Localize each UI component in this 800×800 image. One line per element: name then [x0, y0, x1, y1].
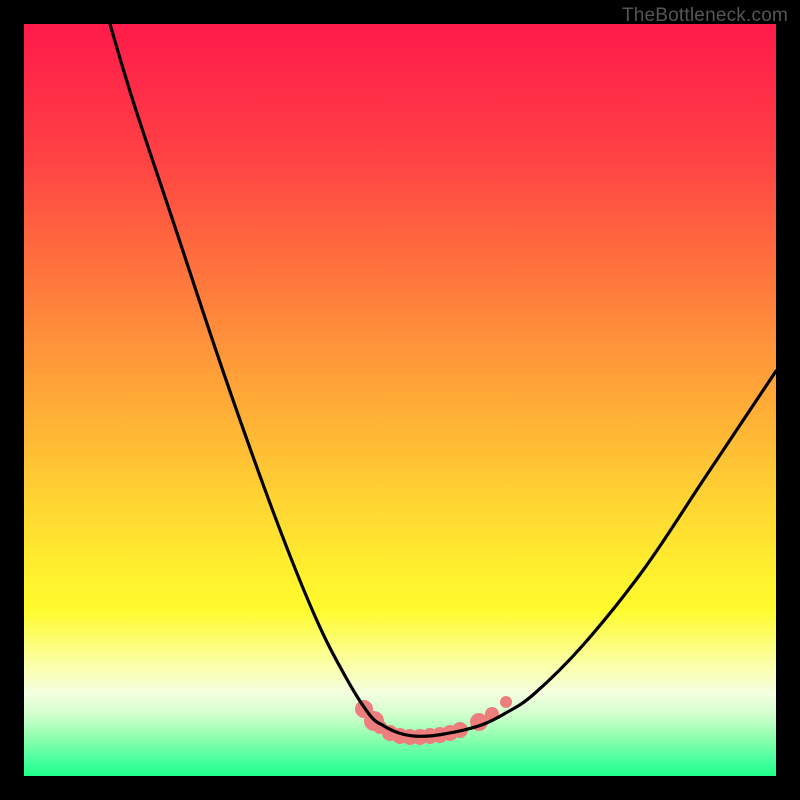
- curve-line: [110, 24, 776, 736]
- marker-dot: [500, 696, 512, 708]
- chart-svg: [24, 24, 776, 776]
- frame: TheBottleneck.com: [0, 0, 800, 800]
- watermark-text: TheBottleneck.com: [622, 5, 788, 27]
- plot-area: [24, 24, 776, 776]
